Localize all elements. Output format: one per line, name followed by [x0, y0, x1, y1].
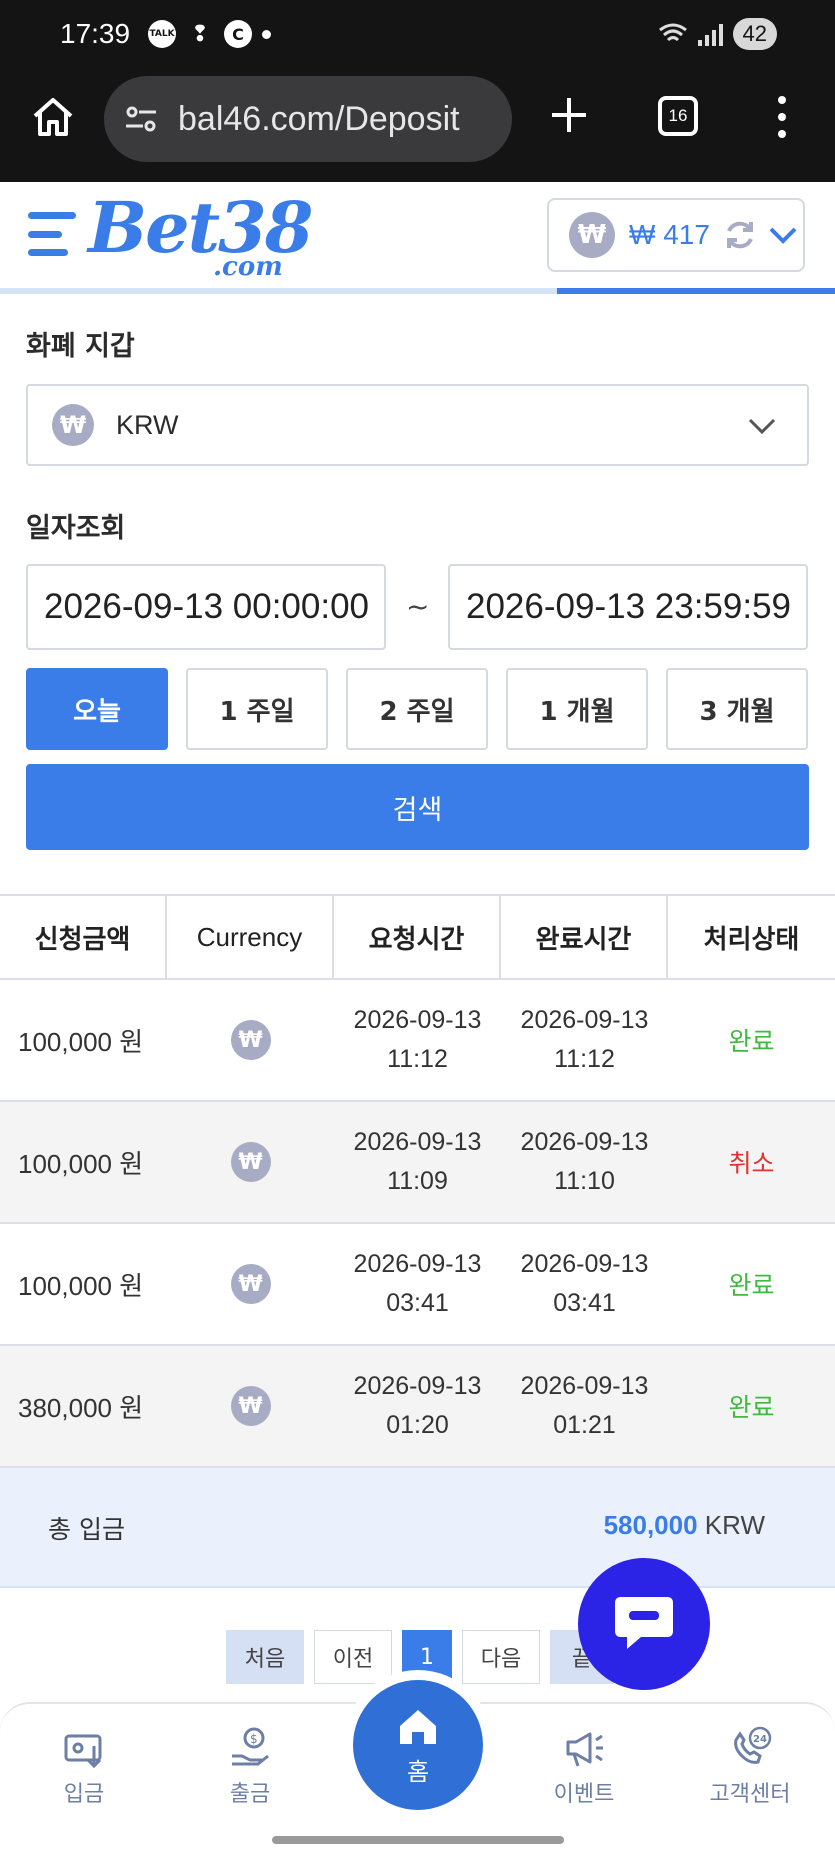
nav-withdraw[interactable]: $ 출금: [190, 1726, 310, 1808]
period-today-button[interactable]: 오늘: [26, 668, 168, 750]
start-date-input[interactable]: 2026-09-13 00:00:00: [26, 564, 386, 650]
chat-bubble-icon: [615, 1597, 673, 1649]
row-amount: 380,000 원: [18, 1392, 144, 1423]
period-1month-button[interactable]: 1 개월: [506, 668, 648, 750]
total-value: 580,000 KRW: [603, 1510, 765, 1540]
nav-support[interactable]: 24 고객센터: [690, 1726, 810, 1808]
new-tab-icon[interactable]: [548, 94, 590, 136]
chevron-down-icon: [748, 418, 776, 435]
site-header: Bet38 .com ₩ ₩ 417: [0, 182, 835, 294]
footprint-icon: ❢: [190, 21, 210, 47]
nav-event-label: 이벤트: [553, 1782, 615, 1807]
refresh-icon[interactable]: [722, 217, 758, 253]
url-bar[interactable]: bal46.com/Deposit: [104, 76, 512, 162]
dot-icon: [262, 29, 271, 39]
row-complete-time: 2026-09-13 11:10: [520, 1128, 649, 1195]
row-amount: 100,000 원: [18, 1026, 144, 1057]
row-complete-time: 2026-09-13 01:21: [520, 1372, 649, 1439]
pagination-first[interactable]: 처음: [226, 1630, 304, 1684]
tab-switcher-button[interactable]: 16: [658, 96, 698, 136]
column-header-request-time: 요청시간: [334, 896, 501, 978]
won-currency-icon: ₩: [230, 1264, 271, 1304]
won-currency-icon: ₩: [569, 212, 615, 258]
status-time: 17:39: [60, 18, 131, 49]
status-bar: 17:39 TALK ❢ C 42: [0, 0, 835, 72]
date-separator: ~: [406, 590, 430, 623]
nav-home-label: 홈: [406, 1757, 430, 1786]
column-header-currency: Currency: [167, 896, 334, 978]
column-header-amount: 신청금액: [0, 896, 167, 978]
browser-toolbar: bal46.com/Deposit 16: [0, 72, 835, 182]
period-2week-button[interactable]: 2 주일: [346, 668, 488, 750]
support-24-icon: 24: [734, 1726, 772, 1764]
row-status: 취소: [728, 1149, 775, 1178]
gesture-handle: [272, 1836, 564, 1844]
won-currency-icon: ₩: [230, 1020, 271, 1060]
nav-deposit[interactable]: 입금: [24, 1726, 144, 1808]
table-row: 100,000 원 ₩ 2026-09-13 11:09 2026-09-13 11…: [0, 1102, 835, 1224]
battery-indicator: 42: [732, 18, 777, 50]
wallet-balance-dropdown[interactable]: ₩ ₩ 417: [547, 198, 805, 272]
site-logo[interactable]: Bet38 .com: [88, 192, 313, 283]
row-request-time: 2026-09-13 01:20: [353, 1372, 482, 1439]
support-badge: 24: [753, 1734, 767, 1745]
row-amount: 100,000 원: [18, 1270, 144, 1301]
search-button[interactable]: 검색: [26, 764, 809, 850]
table-header: 신청금액 Currency 요청시간 완료시간 처리상태: [0, 894, 835, 980]
total-deposit-summary: 총 입금 580,000 KRW: [0, 1468, 835, 1588]
end-date-input[interactable]: 2026-09-13 23:59:59: [448, 564, 808, 650]
table-row: 100,000 원 ₩ 2026-09-13 11:12 2026-09-13 11…: [0, 980, 835, 1102]
wallet-section-title: 화폐 지갑: [26, 331, 135, 362]
period-3month-button[interactable]: 3 개월: [666, 668, 808, 750]
row-status: 완료: [728, 1271, 775, 1300]
column-header-complete-time: 완료시간: [501, 896, 668, 978]
nav-deposit-label: 입금: [63, 1782, 105, 1807]
site-settings-icon[interactable]: [124, 102, 158, 136]
nav-withdraw-label: 출금: [229, 1782, 271, 1807]
pagination-next[interactable]: 다음: [462, 1630, 540, 1684]
c-icon: C: [224, 20, 252, 48]
table-row: 380,000 원 ₩ 2026-09-13 01:20 2026-09-13 01…: [0, 1346, 835, 1468]
total-label: 총 입금: [48, 1515, 125, 1544]
header-progress-bar: [557, 288, 835, 294]
live-chat-button[interactable]: [578, 1558, 710, 1690]
table-row: 100,000 원 ₩ 2026-09-13 03:41 2026-09-13 03…: [0, 1224, 835, 1346]
chevron-down-icon: [769, 227, 797, 244]
withdraw-icon: $: [232, 1727, 269, 1766]
wifi-icon: [658, 23, 687, 42]
date-section-title: 일자조회: [26, 513, 126, 544]
wallet-amount: ₩ 417: [629, 219, 710, 250]
row-status: 완료: [728, 1393, 775, 1422]
won-currency-icon: ₩: [230, 1142, 271, 1182]
won-currency-icon: ₩: [52, 404, 94, 446]
logo-subtext: .com: [213, 252, 283, 282]
nav-home-button[interactable]: 홈: [353, 1680, 483, 1810]
row-complete-time: 2026-09-13 11:12: [520, 1006, 649, 1073]
megaphone-icon: [566, 1732, 603, 1767]
hamburger-menu-icon[interactable]: [28, 212, 76, 256]
nav-support-label: 고객센터: [709, 1782, 791, 1807]
svg-text:$: $: [250, 1732, 258, 1746]
url-text: bal46.com/Deposit: [178, 99, 460, 138]
row-request-time: 2026-09-13 11:12: [353, 1006, 482, 1073]
home-icon: [400, 1709, 436, 1744]
pagination-prev[interactable]: 이전: [314, 1630, 392, 1684]
talk-icon: TALK: [148, 20, 176, 48]
row-amount: 100,000 원: [18, 1148, 144, 1179]
row-complete-time: 2026-09-13 03:41: [520, 1250, 649, 1317]
row-request-time: 2026-09-13 11:09: [353, 1128, 482, 1195]
browser-home-icon[interactable]: [30, 94, 76, 140]
column-header-status: 처리상태: [703, 924, 800, 955]
deposit-icon: [64, 1734, 102, 1769]
currency-select[interactable]: ₩ KRW: [26, 384, 809, 466]
signal-icon: [697, 22, 723, 46]
nav-event[interactable]: 이벤트: [524, 1726, 644, 1808]
currency-select-value: KRW: [116, 409, 179, 440]
won-currency-icon: ₩: [230, 1386, 271, 1426]
row-status: 완료: [728, 1027, 775, 1056]
row-request-time: 2026-09-13 03:41: [353, 1250, 482, 1317]
period-1week-button[interactable]: 1 주일: [186, 668, 328, 750]
more-menu-icon[interactable]: [772, 96, 792, 138]
